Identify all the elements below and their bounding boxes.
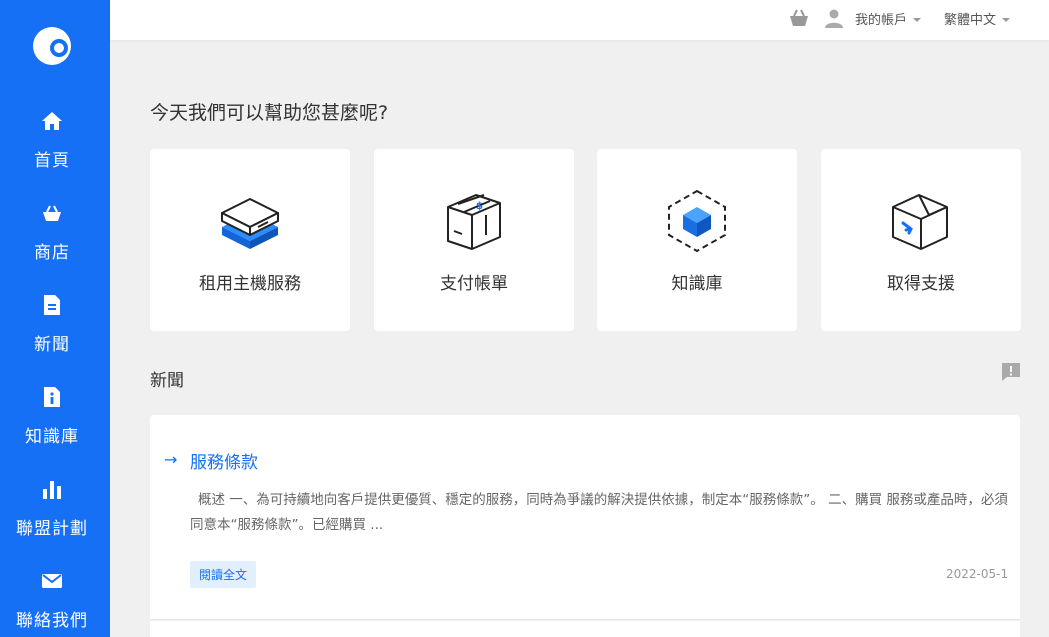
card-knowledgebase[interactable]: 知識庫 bbox=[597, 149, 797, 331]
news-list-continued bbox=[150, 621, 1020, 637]
document-icon bbox=[41, 294, 63, 316]
server-icon bbox=[221, 198, 279, 249]
package-money-icon: $ bbox=[447, 194, 501, 250]
brand-logo-icon[interactable] bbox=[32, 26, 72, 66]
sidebar-item-contact[interactable]: 聯絡我們 bbox=[0, 570, 110, 637]
svg-text:$: $ bbox=[476, 201, 483, 212]
account-label: 我的帳戶 bbox=[855, 13, 908, 28]
sidebar-item-label: 聯盟計劃 bbox=[16, 519, 88, 539]
sidebar-item-knowledgebase[interactable]: 知識庫 bbox=[0, 386, 110, 466]
user-icon bbox=[825, 9, 843, 28]
envelope-icon bbox=[41, 570, 63, 592]
language-dropdown[interactable]: 繁體中文 bbox=[944, 9, 1011, 28]
news-section-title: 新聞 bbox=[150, 371, 184, 391]
sidebar-item-affiliates[interactable]: 聯盟計劃 bbox=[0, 478, 110, 558]
card-label: 租用主機服務 bbox=[199, 274, 301, 294]
news-list: → 服務條款 概述 一、為可持續地向客戶提供更優質、穩定的服務，同時為爭議的解決… bbox=[150, 415, 1020, 620]
sidebar-item-label: 知識庫 bbox=[25, 427, 79, 447]
open-box-icon bbox=[892, 194, 948, 250]
card-get-support[interactable]: 取得支援 bbox=[821, 149, 1021, 331]
page-title: 今天我們可以幫助您甚麼呢? bbox=[150, 102, 389, 124]
sidebar-item-label: 商店 bbox=[34, 243, 70, 263]
sidebar-item-store[interactable]: 商店 bbox=[0, 202, 110, 282]
chevron-down-icon bbox=[913, 17, 922, 22]
card-pay-bills[interactable]: $ 支付帳單 bbox=[374, 149, 574, 331]
top-bar: 我的帳戶 繁體中文 bbox=[110, 0, 1049, 40]
sidebar: 首頁 商店 新聞 知識庫 聯盟計劃 聯絡我們 bbox=[0, 0, 110, 637]
sidebar-item-news[interactable]: 新聞 bbox=[0, 294, 110, 374]
language-label: 繁體中文 bbox=[944, 13, 997, 28]
home-icon bbox=[41, 110, 63, 132]
sidebar-item-label: 聯絡我們 bbox=[16, 611, 88, 631]
sidebar-item-label: 首頁 bbox=[34, 151, 70, 171]
info-document-icon bbox=[41, 386, 63, 408]
card-hosting[interactable]: 租用主機服務 bbox=[150, 149, 350, 331]
card-label: 知識庫 bbox=[671, 274, 723, 294]
article-date: 2022-05-1 bbox=[946, 567, 1009, 581]
article-title-link[interactable]: 服務條款 bbox=[190, 448, 258, 473]
article-excerpt: 概述 一、為可持續地向客戶提供更優質、穩定的服務，同時為爭議的解決提供依據，制定… bbox=[190, 492, 1008, 533]
cart-icon[interactable] bbox=[788, 8, 810, 28]
arrow-right-icon: → bbox=[164, 450, 178, 469]
bar-chart-icon bbox=[41, 478, 63, 500]
card-label: 取得支援 bbox=[887, 274, 955, 294]
account-dropdown[interactable]: 我的帳戶 bbox=[855, 9, 922, 28]
feedback-icon[interactable] bbox=[1001, 362, 1021, 382]
sidebar-item-label: 新聞 bbox=[34, 335, 70, 355]
chevron-down-icon bbox=[1002, 17, 1011, 22]
basket-icon bbox=[41, 202, 63, 224]
cube-icon bbox=[668, 189, 726, 253]
read-more-button[interactable]: 閱讀全文 bbox=[190, 561, 257, 588]
card-label: 支付帳單 bbox=[440, 274, 508, 294]
sidebar-item-home[interactable]: 首頁 bbox=[0, 110, 110, 190]
